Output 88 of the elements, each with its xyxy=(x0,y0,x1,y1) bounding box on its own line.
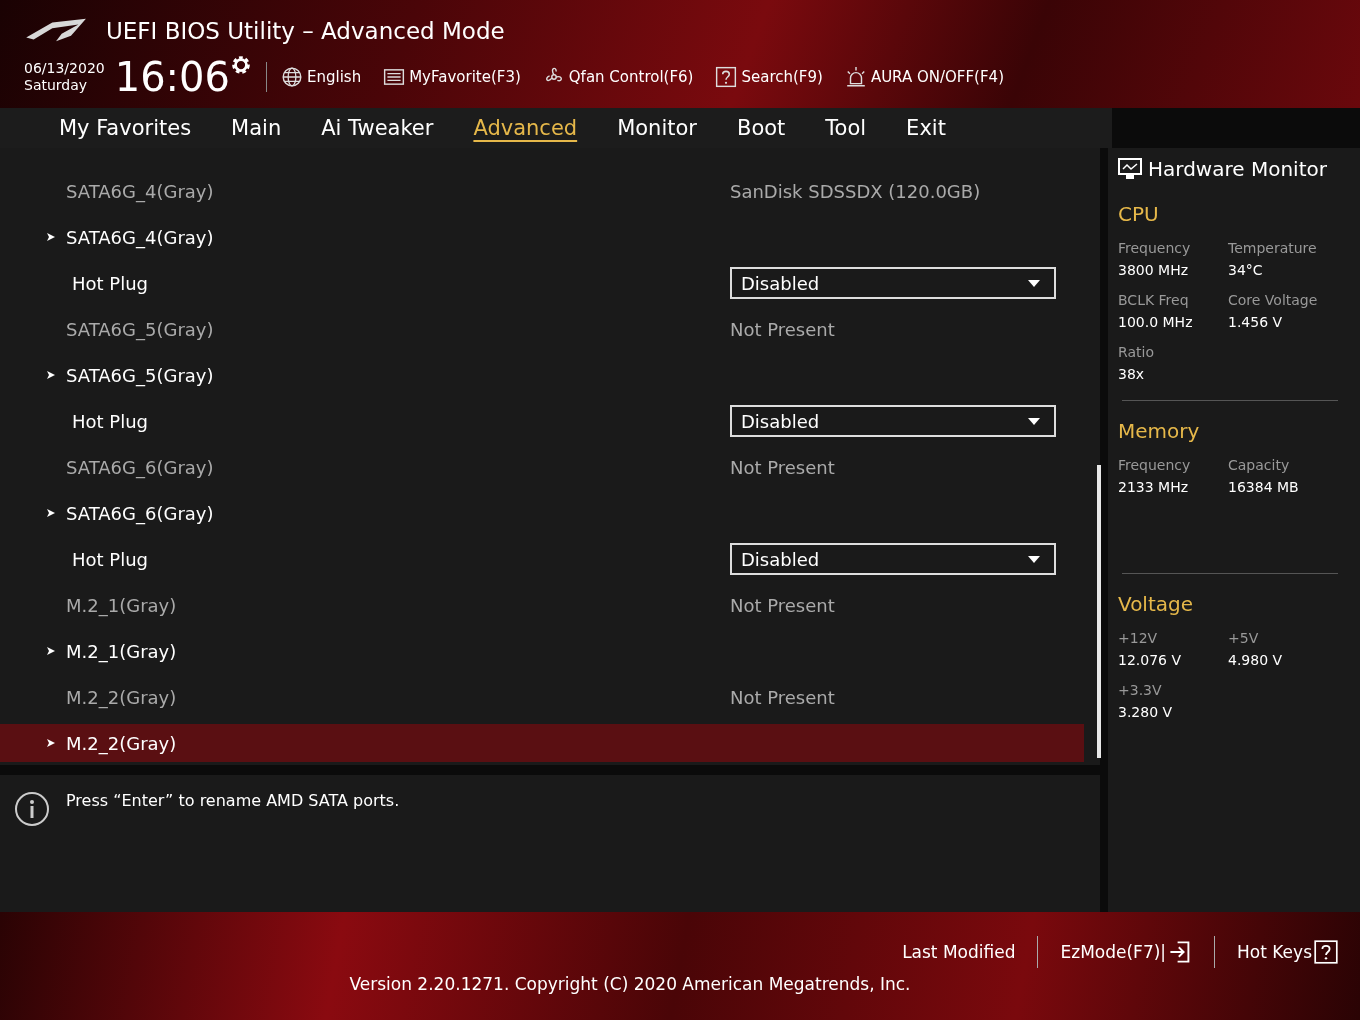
setting-label: Hot Plug xyxy=(71,272,149,294)
setting-value: Not Present xyxy=(730,686,835,708)
caret-icon xyxy=(1028,417,1040,425)
reading-label: +3.3V xyxy=(1118,682,1163,698)
menu-tab[interactable]: Advanced xyxy=(460,112,591,144)
reading-value: 38x xyxy=(1118,366,1146,382)
arrow-icon xyxy=(46,232,56,242)
setting-value: Not Present xyxy=(730,318,835,340)
footer-button[interactable]: Last Modified xyxy=(898,942,1020,962)
submenu-item[interactable]: M.2_2(Gray) xyxy=(66,732,177,754)
reading-label: Frequency xyxy=(1118,457,1192,473)
setting-value: Not Present xyxy=(730,456,835,478)
question-icon xyxy=(715,66,738,88)
reading-value: 3800 MHz xyxy=(1118,262,1190,278)
setting-label: SATA6G_6(Gray) xyxy=(65,456,214,478)
setting-value: SanDisk SDSSDX (120.0GB) xyxy=(730,180,981,202)
section-title: Voltage xyxy=(1118,592,1195,616)
reading-label: Capacity xyxy=(1228,457,1291,473)
arrow-icon xyxy=(46,646,56,656)
reading-value: 3.280 V xyxy=(1118,704,1174,720)
setting-label: M.2_2(Gray) xyxy=(65,686,177,708)
menu-tab[interactable]: Ai Tweaker xyxy=(308,112,447,144)
window-title: UEFI BIOS Utility – Advanced Mode xyxy=(106,18,505,44)
date-text: 06/13/2020 xyxy=(24,60,105,77)
arrow-icon xyxy=(46,370,56,380)
submenu-item[interactable]: SATA6G_4(Gray) xyxy=(66,226,214,248)
menu-tab[interactable]: My Favorites xyxy=(46,112,205,144)
day-text: Saturday xyxy=(24,77,89,94)
submenu-item[interactable]: SATA6G_6(Gray) xyxy=(66,502,214,524)
submenu-item[interactable]: SATA6G_5(Gray) xyxy=(66,364,214,386)
reading-label: Temperature xyxy=(1228,240,1318,256)
reading-value: 100.0 MHz xyxy=(1118,314,1194,330)
dropdown[interactable]: Disabled xyxy=(730,543,1056,575)
caret-icon xyxy=(1028,279,1040,287)
setting-label: Hot Plug xyxy=(71,548,149,570)
scrollbar[interactable] xyxy=(1097,465,1101,758)
menu-tab[interactable]: Monitor xyxy=(604,112,710,144)
submenu-item[interactable]: M.2_1(Gray) xyxy=(66,640,177,662)
reading-label: Frequency xyxy=(1118,240,1192,256)
reading-value: 2133 MHz xyxy=(1118,479,1190,495)
dropdown[interactable]: Disabled xyxy=(730,405,1056,437)
reading-value: 1.456 V xyxy=(1228,314,1284,330)
version-text: Version 2.20.1271. Copyright (C) 2020 American Megatrends, Inc. xyxy=(349,974,911,994)
reading-label: +12V xyxy=(1118,630,1159,646)
setting-label: Hot Plug xyxy=(71,410,149,432)
reading-value: 34°C xyxy=(1228,262,1264,278)
dropdown-value: Disabled xyxy=(741,410,820,432)
menu-tab[interactable]: Exit xyxy=(893,112,959,144)
section-title: CPU xyxy=(1118,202,1160,226)
reading-label: +5V xyxy=(1228,630,1260,646)
toolbar-button[interactable]: AURA ON/OFF(F4) xyxy=(844,66,1004,88)
section-title: Memory xyxy=(1118,419,1201,443)
setting-label: SATA6G_5(Gray) xyxy=(65,318,214,340)
dropdown-value: Disabled xyxy=(741,272,820,294)
arrow-icon xyxy=(46,738,56,748)
panel-title: Hardware Monitor xyxy=(1148,157,1327,181)
dropdown-value: Disabled xyxy=(741,548,820,570)
toolbar-button[interactable]: English xyxy=(281,66,362,88)
monitor-icon xyxy=(1118,158,1142,180)
footer-button[interactable]: EzMode(F7)| xyxy=(1056,940,1197,964)
settings-icon[interactable] xyxy=(230,54,252,76)
setting-value: Not Present xyxy=(730,594,835,616)
info-icon xyxy=(14,791,50,827)
selected-row-highlight[interactable]: M.2_2(Gray) xyxy=(0,724,1084,762)
reading-label: Ratio xyxy=(1118,344,1155,360)
menu-tab[interactable]: Boot xyxy=(723,112,799,144)
globe-icon xyxy=(281,66,303,88)
list-icon xyxy=(383,66,406,88)
help-text: Press “Enter” to rename AMD SATA ports. xyxy=(66,791,400,810)
reading-value: 4.980 V xyxy=(1228,652,1284,668)
setting-label: M.2_1(Gray) xyxy=(65,594,177,616)
arrow-icon xyxy=(46,508,56,518)
toolbar-button[interactable]: Qfan Control(F6) xyxy=(542,66,694,88)
reading-label: BCLK Freq xyxy=(1118,292,1190,308)
setting-label: SATA6G_4(Gray) xyxy=(65,180,214,202)
dropdown[interactable]: Disabled xyxy=(730,267,1056,299)
reading-value: 16384 MB xyxy=(1228,479,1300,495)
caret-icon xyxy=(1028,555,1040,563)
toolbar-button[interactable]: Search(F9) xyxy=(715,66,823,88)
question-icon xyxy=(1314,940,1338,964)
footer-button[interactable]: Hot Keys xyxy=(1233,940,1342,964)
light-icon xyxy=(844,66,867,88)
reading-value: 12.076 V xyxy=(1118,652,1182,668)
toolbar-button[interactable]: MyFavorite(F3) xyxy=(383,66,521,88)
reading-label: Core Voltage xyxy=(1228,292,1319,308)
menu-tab[interactable]: Main xyxy=(218,112,295,144)
clock-time: 16:06 xyxy=(114,55,230,99)
menu-tab[interactable]: Tool xyxy=(812,112,880,144)
